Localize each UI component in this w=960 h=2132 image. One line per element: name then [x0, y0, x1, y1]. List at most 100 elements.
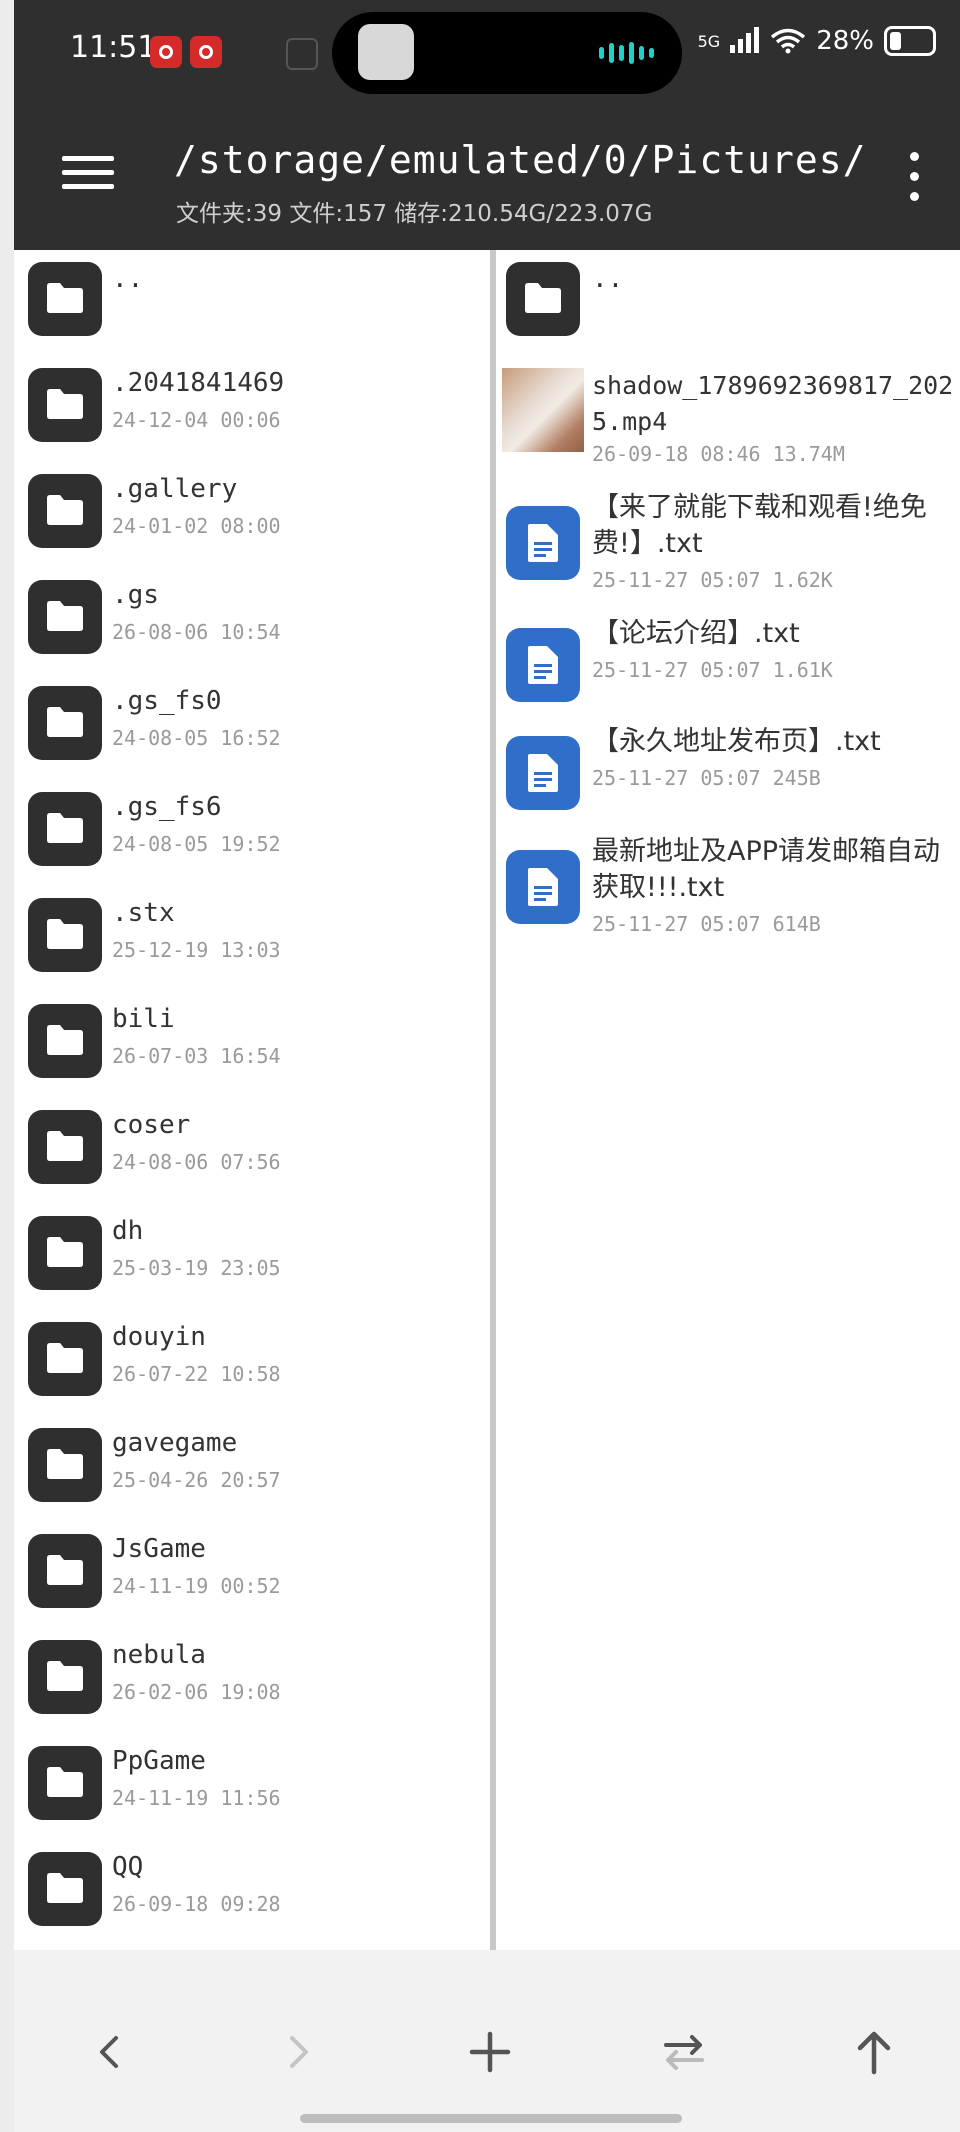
folder-date: 26-08-06 10:54	[112, 620, 281, 644]
media-thumbnail	[358, 24, 414, 80]
text-file-row[interactable]: 最新地址及APP请发邮箱自动获取!!!.txt 25-11-27 05:07 6…	[496, 834, 960, 944]
folder-row[interactable]: .gallery 24-01-02 08:00	[14, 462, 490, 568]
folder-row[interactable]: nebula 26-02-06 19:08	[14, 1628, 490, 1734]
folder-row[interactable]: .gs_fs0 24-08-05 16:52	[14, 674, 490, 780]
parent-label: ..	[592, 264, 624, 294]
file-meta: 25-11-27 05:07 1.61K	[592, 658, 833, 682]
file-meta: 26-09-18 08:46 13.74M	[592, 442, 845, 466]
file-name: 【来了就能下载和观看!绝免费!】.txt	[592, 492, 927, 559]
folder-row[interactable]: .2041841469 24-12-04 00:06	[14, 356, 490, 462]
folder-icon	[28, 792, 102, 866]
file-meta: 25-11-27 05:07 1.62K	[592, 568, 833, 592]
folder-date: 24-11-19 11:56	[112, 1786, 281, 1810]
text-file-row[interactable]: 【来了就能下载和观看!绝免费!】.txt 25-11-27 05:07 1.62…	[496, 490, 960, 600]
bottom-toolbar	[14, 1950, 960, 2132]
folder-date: 25-04-26 20:57	[112, 1468, 281, 1492]
status-time: 11:51	[70, 30, 157, 65]
app-bar: /storage/emulated/0/Pictures/ 文件夹:39 文件:…	[14, 110, 960, 250]
folder-row[interactable]: .stx 25-12-19 13:03	[14, 886, 490, 992]
folder-name: douyin	[112, 1322, 206, 1352]
folder-name: nebula	[112, 1640, 206, 1670]
swap-panes-button[interactable]	[644, 2012, 724, 2092]
folder-row[interactable]: QQ 26-09-18 09:28	[14, 1840, 490, 1946]
folder-name: .gs_fs6	[112, 792, 222, 822]
folder-icon	[28, 1322, 102, 1396]
folder-date: 26-02-06 19:08	[112, 1680, 281, 1704]
folder-name: PpGame	[112, 1746, 206, 1776]
folder-icon	[28, 1004, 102, 1078]
folder-name: .gallery	[112, 474, 238, 504]
netease-music-notification-icon-2	[190, 36, 222, 68]
battery-icon	[884, 26, 936, 56]
folder-date: 25-12-19 13:03	[112, 938, 281, 962]
folder-row[interactable]: coser 24-08-06 07:56	[14, 1098, 490, 1204]
folder-row[interactable]: dh 25-03-19 23:05	[14, 1204, 490, 1310]
document-icon	[506, 628, 580, 702]
document-icon	[506, 506, 580, 580]
wifi-icon	[770, 28, 806, 54]
folder-icon	[28, 898, 102, 972]
parent-directory-row[interactable]: ..	[496, 250, 960, 356]
text-file-row[interactable]: 【论坛介绍】.txt 25-11-27 05:07 1.61K	[496, 616, 960, 706]
video-thumbnail	[502, 368, 584, 452]
folder-icon	[506, 262, 580, 336]
folder-date: 24-12-04 00:06	[112, 408, 281, 432]
parent-label: ..	[112, 264, 144, 294]
folder-row[interactable]: gavegame 25-04-26 20:57	[14, 1416, 490, 1522]
folder-row[interactable]: JsGame 24-11-19 00:52	[14, 1522, 490, 1628]
folder-date: 24-01-02 08:00	[112, 514, 281, 538]
screenshot-indicator-icon	[286, 38, 318, 70]
signal-icon	[730, 27, 760, 53]
back-button[interactable]	[70, 2012, 150, 2092]
folder-row[interactable]: .gs_fs6 24-08-05 19:52	[14, 780, 490, 886]
folder-name: .2041841469	[112, 368, 285, 398]
right-file-pane[interactable]: .. shadow_1789692369817_2025.mp4 26-09-1…	[496, 250, 960, 1950]
folder-row[interactable]: PpGame 24-11-19 11:56	[14, 1734, 490, 1840]
battery-percent: 28%	[816, 26, 874, 56]
folder-name: coser	[112, 1110, 191, 1140]
left-file-pane[interactable]: .. .2041841469 24-12-04 00:06 .gallery 24-0…	[14, 250, 490, 1950]
folder-icon	[28, 474, 102, 548]
file-meta: 25-11-27 05:07 245B	[592, 766, 821, 790]
document-icon	[506, 736, 580, 810]
folder-date: 26-09-18 09:28	[112, 1892, 281, 1916]
status-bar: 11:51 5G 28%	[14, 0, 960, 110]
dynamic-island[interactable]	[332, 12, 682, 94]
folder-name: JsGame	[112, 1534, 206, 1564]
chevron-right-icon	[290, 2036, 308, 2068]
file-name: 【论坛介绍】.txt	[592, 618, 800, 649]
menu-button[interactable]	[62, 150, 118, 196]
up-directory-button[interactable]	[834, 2012, 914, 2092]
document-icon	[506, 850, 580, 924]
folder-name: dh	[112, 1216, 144, 1246]
file-meta: 25-11-27 05:07 614B	[592, 912, 821, 936]
folder-icon	[28, 1746, 102, 1820]
folder-row[interactable]: bili 26-07-03 16:54	[14, 992, 490, 1098]
folder-row[interactable]: douyin 26-07-22 10:58	[14, 1310, 490, 1416]
folder-date: 25-03-19 23:05	[112, 1256, 281, 1280]
forward-button[interactable]	[258, 2012, 338, 2092]
folder-icon	[28, 1216, 102, 1290]
parent-directory-row[interactable]: ..	[14, 250, 490, 356]
folder-icon	[28, 368, 102, 442]
file-name: shadow_1789692369817_2025.mp4	[592, 371, 954, 436]
network-label: 5G	[697, 31, 721, 51]
video-file-row[interactable]: shadow_1789692369817_2025.mp4 26-09-18 0…	[496, 368, 960, 478]
plus-icon	[469, 2031, 511, 2073]
folder-icon	[28, 580, 102, 654]
folder-icon	[28, 262, 102, 336]
text-file-row[interactable]: 【永久地址发布页】.txt 25-11-27 05:07 245B	[496, 724, 960, 814]
folder-icon	[28, 1640, 102, 1714]
file-name: 【永久地址发布页】.txt	[592, 726, 881, 757]
swap-arrows-icon	[664, 2035, 704, 2070]
folder-row[interactable]: .gs 26-08-06 10:54	[14, 568, 490, 674]
chevron-left-icon	[100, 2036, 118, 2068]
audio-wave-icon	[599, 42, 654, 64]
netease-music-notification-icon	[150, 36, 182, 68]
folder-name: gavegame	[112, 1428, 238, 1458]
add-button[interactable]	[450, 2012, 530, 2092]
more-options-button[interactable]	[904, 152, 924, 202]
file-name: 最新地址及APP请发邮箱自动获取!!!.txt	[592, 836, 941, 903]
home-indicator[interactable]	[300, 2114, 682, 2123]
storage-info: 文件夹:39 文件:157 储存:210.54G/223.07G	[176, 201, 653, 227]
